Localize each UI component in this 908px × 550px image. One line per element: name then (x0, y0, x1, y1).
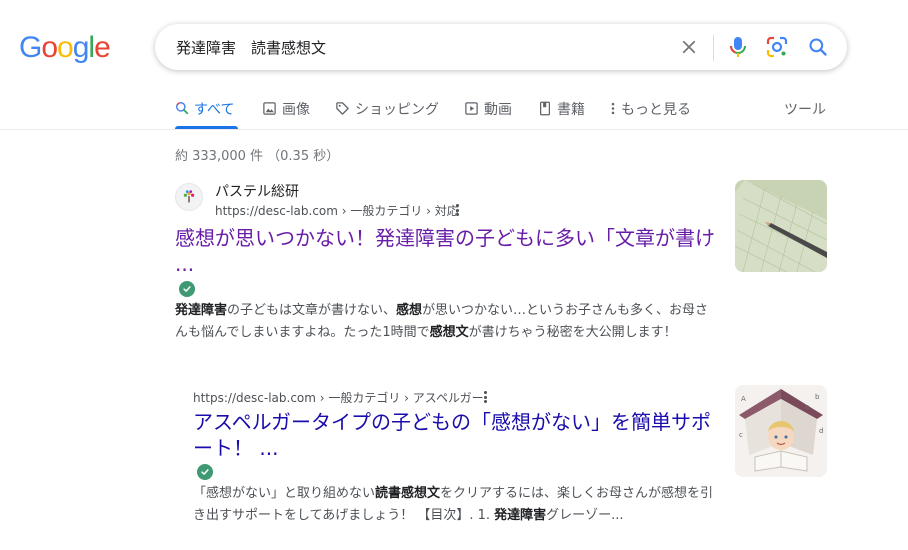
verified-check-icon (179, 281, 195, 297)
site-name[interactable]: パステル総研 (215, 181, 299, 201)
tab-label: 書籍 (557, 102, 585, 118)
search-divider (713, 35, 714, 61)
svg-text:d: d (819, 427, 823, 435)
logo-letter: o (41, 31, 58, 64)
search-icon[interactable] (805, 34, 831, 60)
tab-label: ショッピング (355, 102, 439, 118)
search-input[interactable]: 発達障害 読書感想文 (176, 37, 326, 58)
svg-text:c: c (739, 431, 743, 439)
microphone-icon[interactable] (725, 34, 751, 60)
snippet-highlight: 発達障害 (175, 303, 228, 318)
image-icon (263, 102, 276, 115)
more-options-icon[interactable] (479, 390, 491, 404)
result-thumbnail[interactable] (735, 180, 827, 272)
search-tabs: すべて 画像 ショッピング 動画 書籍 もっと見る ツール (0, 96, 908, 130)
tab-more[interactable]: もっと見る (610, 99, 691, 129)
logo-letter: G (19, 31, 42, 64)
result-snippet: 「感想がない」と取り組めない読書感想文をクリアするには、楽しくお母さんが感想を引… (193, 483, 723, 527)
site-favicon[interactable] (175, 183, 203, 211)
tools-button[interactable]: ツール (784, 99, 826, 129)
tab-images[interactable]: 画像 (262, 99, 310, 129)
more-vert-icon (611, 102, 615, 115)
paper-pencil-image (735, 180, 827, 272)
logo-letter: g (72, 31, 90, 64)
more-options-icon[interactable] (451, 203, 463, 217)
google-logo[interactable]: Google (19, 31, 111, 65)
tools-label: ツール (784, 102, 826, 118)
tab-label: もっと見る (621, 102, 691, 118)
tab-all[interactable]: すべて (175, 99, 234, 129)
tab-videos[interactable]: 動画 (464, 99, 512, 129)
snippet-text: グレーゾー... (546, 508, 624, 523)
google-lens-icon[interactable] (764, 34, 790, 60)
tab-label: 画像 (282, 102, 310, 118)
result-url[interactable]: https://desc-lab.com › 一般カテゴリ › 対応 (215, 202, 459, 219)
tab-books[interactable]: 書籍 (538, 99, 585, 129)
snippet-highlight: 感想 (396, 303, 423, 318)
tree-logo-icon (183, 190, 195, 203)
result-title-line[interactable]: ート！ ... (193, 435, 738, 461)
result-snippet: 発達障害の子どもは文章が書けない、感想が思いつかない…というお子さんも多く、お母… (175, 300, 720, 344)
svg-text:A: A (741, 395, 746, 403)
clear-icon[interactable] (676, 34, 702, 60)
result-title-line[interactable]: アスペルガータイプの子どもの「感想がない」を簡単サポ (193, 409, 723, 435)
logo-letter: e (94, 31, 111, 64)
result-title-line[interactable]: 感想が思いつかない！発達障害の子どもに多い「文章が書け (175, 225, 720, 251)
tab-label: 動画 (484, 102, 512, 118)
verified-check-icon (197, 464, 213, 480)
svg-text:e: e (805, 403, 809, 411)
result-stats: 約 333,000 件 （0.35 秒） (175, 149, 340, 164)
snippet-text: 「感想がない」と取り組めない (193, 486, 376, 501)
play-icon (465, 102, 478, 115)
tab-shopping[interactable]: ショッピング (335, 99, 439, 129)
result-title[interactable]: アスペルガータイプの子どもの「感想がない」を簡単サポ ート！ ... (193, 409, 738, 461)
active-tab-indicator (175, 126, 238, 129)
result-thumbnail[interactable]: Ab c d e (735, 385, 827, 477)
result-url[interactable]: https://desc-lab.com › 一般カテゴリ › アスペルガー (193, 389, 484, 406)
snippet-highlight: 感想文 (429, 325, 469, 340)
snippet-highlight: 読書感想文 (375, 486, 441, 501)
search-box[interactable]: 発達障害 読書感想文 (155, 24, 847, 70)
result-title-line[interactable]: ... (175, 251, 720, 277)
snippet-highlight: 発達障害 (494, 508, 547, 523)
snippet-text: が書けちゃう秘密を大公開します！ (468, 325, 677, 340)
logo-letter: o (57, 31, 74, 64)
tab-label: すべて (194, 102, 235, 118)
result-title[interactable]: 感想が思いつかない！発達障害の子どもに多い「文章が書け ... (175, 225, 720, 277)
search-icon (176, 102, 189, 115)
snippet-text: の子どもは文章が書けない、 (227, 303, 397, 318)
child-with-book-image: Ab c d e (735, 385, 827, 477)
book-icon (540, 101, 550, 116)
svg-text:b: b (815, 393, 820, 401)
tag-icon (336, 102, 349, 115)
